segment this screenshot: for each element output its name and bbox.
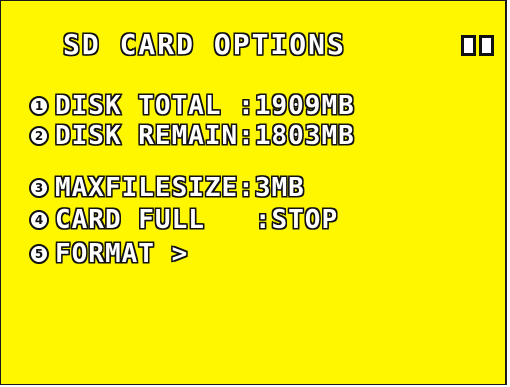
indicator-square-icon bbox=[479, 35, 494, 56]
circled-number-4-icon: 4 bbox=[29, 210, 49, 230]
circled-number-2-icon: 2 bbox=[29, 126, 49, 146]
menu-item-label: MAXFILESIZE:3MB bbox=[54, 172, 305, 205]
menu-item-card-full[interactable]: 4 CARD FULL :STOP bbox=[29, 204, 339, 237]
menu-item-format[interactable]: 5 FORMAT > bbox=[29, 238, 189, 271]
osd-screen: SD CARD OPTIONS 1 DISK TOTAL :1909MB 2 D… bbox=[0, 0, 507, 385]
menu-item-label: DISK REMAIN:1803MB bbox=[54, 120, 355, 153]
menu-item-max-file-size[interactable]: 3 MAXFILESIZE:3MB bbox=[29, 172, 305, 205]
page-title: SD CARD OPTIONS bbox=[62, 28, 346, 61]
menu-item-label: DISK TOTAL :1909MB bbox=[54, 90, 355, 123]
indicator-square-icon bbox=[461, 35, 476, 56]
circled-number-5-icon: 5 bbox=[29, 244, 49, 264]
menu-item-disk-remain[interactable]: 2 DISK REMAIN:1803MB bbox=[29, 120, 355, 153]
circled-number-3-icon: 3 bbox=[29, 178, 49, 198]
menu-item-label: FORMAT > bbox=[54, 238, 189, 271]
menu-item-disk-total[interactable]: 1 DISK TOTAL :1909MB bbox=[29, 90, 355, 123]
menu-item-label: CARD FULL :STOP bbox=[54, 204, 339, 237]
circled-number-1-icon: 1 bbox=[29, 96, 49, 116]
